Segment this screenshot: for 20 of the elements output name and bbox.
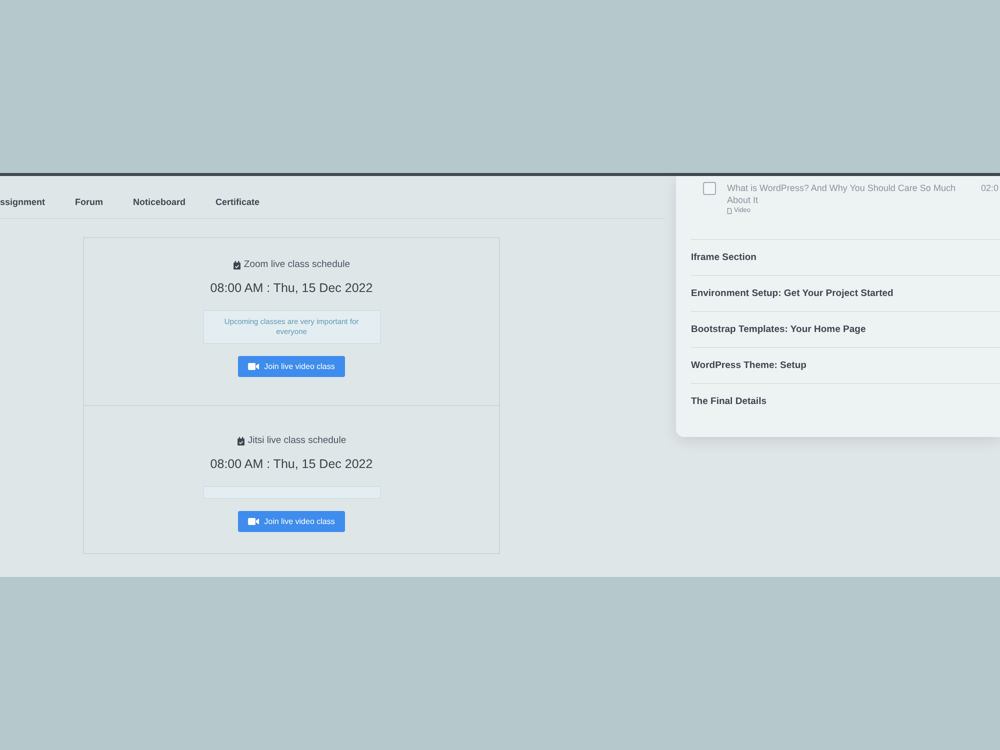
schedule-title: Jitsi live class schedule bbox=[248, 435, 346, 447]
nav-tab[interactable]: ssignment bbox=[0, 196, 46, 208]
nav-tab[interactable]: Certificate bbox=[216, 196, 260, 208]
nav-tab[interactable]: Noticeboard bbox=[133, 196, 186, 208]
lesson-duration: 02:0 bbox=[981, 182, 999, 194]
video-camera-icon bbox=[248, 518, 260, 525]
calendar-icon bbox=[236, 436, 245, 446]
schedule-datetime: 08:00 AM : Thu, 15 Dec 2022 bbox=[210, 456, 373, 473]
section-title[interactable]: Environment Setup: Get Your Project Started bbox=[691, 288, 894, 300]
section-title[interactable]: WordPress Theme: Setup bbox=[691, 360, 806, 372]
lesson-checkbox[interactable] bbox=[703, 182, 716, 195]
video-camera-icon bbox=[248, 363, 260, 370]
calendar-icon bbox=[232, 260, 241, 270]
section-title[interactable]: Iframe Section bbox=[691, 252, 756, 264]
nav-tab[interactable]: Forum bbox=[75, 196, 104, 208]
schedule-title: Zoom live class schedule bbox=[244, 259, 350, 271]
section-title[interactable]: The Final Details bbox=[691, 396, 766, 408]
section-title[interactable]: Bootstrap Templates: Your Home Page bbox=[691, 324, 866, 336]
file-icon bbox=[727, 208, 732, 214]
schedule-datetime: 08:00 AM : Thu, 15 Dec 2022 bbox=[210, 280, 373, 297]
